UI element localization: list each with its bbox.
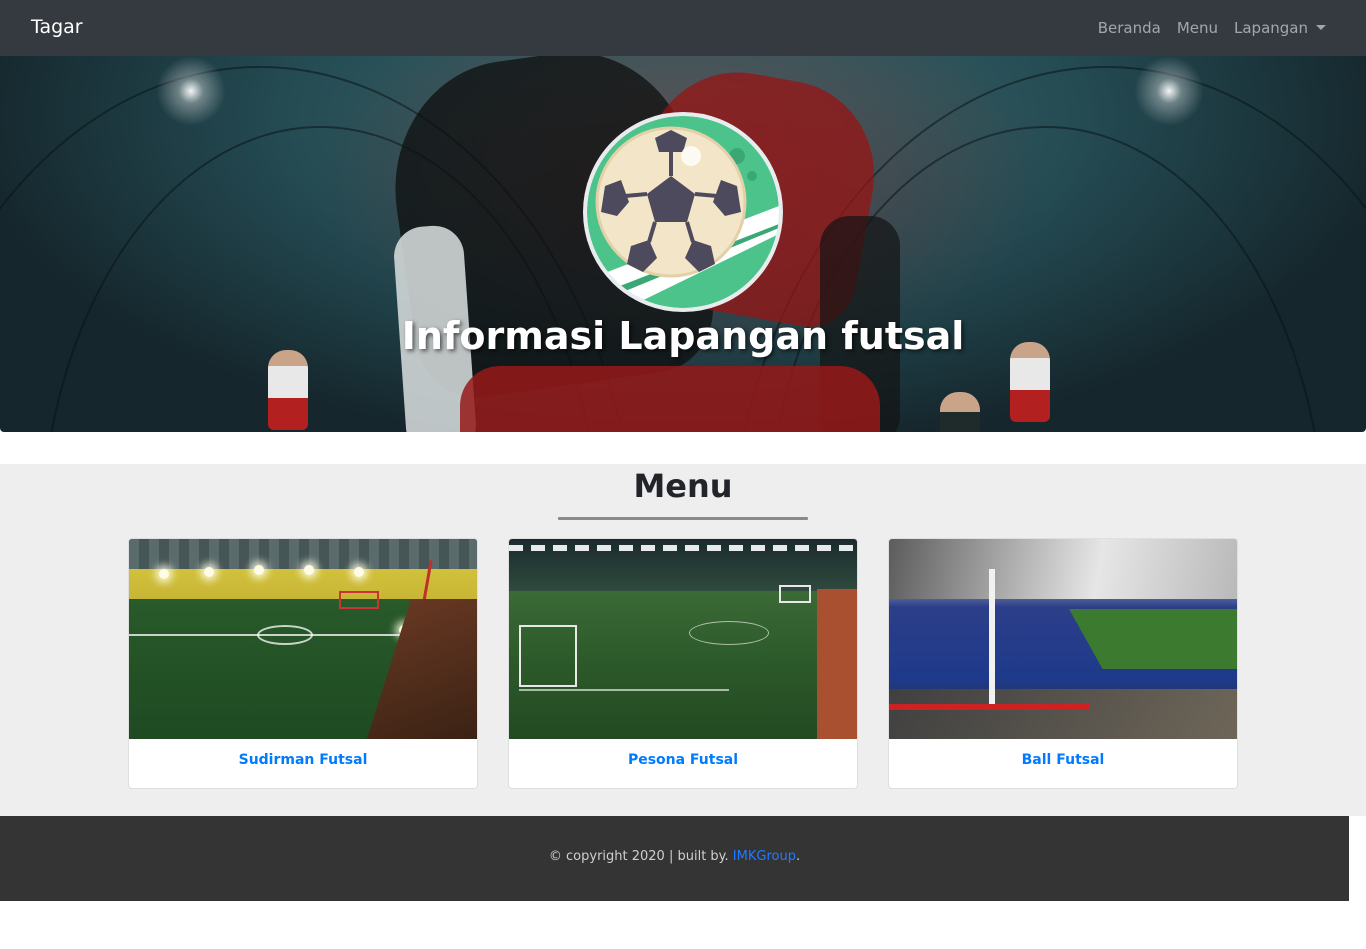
photo-goal-post [989, 569, 995, 709]
photo-edge [817, 589, 857, 739]
photo-goal [339, 591, 379, 609]
stadium-light [1134, 56, 1204, 126]
menu-section: Menu Sudirman Futsal Pesona Futsal Ball … [0, 464, 1366, 816]
soccer-ball-logo [583, 112, 783, 312]
photo-lamp [354, 567, 364, 577]
field-link-pesona[interactable]: Pesona Futsal [509, 752, 857, 768]
navbar: Tagar Beranda Menu Lapangan [0, 0, 1366, 56]
nav-link-menu[interactable]: Menu [1177, 19, 1218, 37]
navbar-brand[interactable]: Tagar [31, 16, 83, 38]
footer-suffix: . [795, 849, 801, 864]
field-photo-pesona [509, 539, 857, 739]
hero-bg-player [940, 392, 980, 432]
photo-lamp [204, 567, 214, 577]
photo-goal [779, 585, 811, 603]
photo-canopy [889, 539, 1237, 599]
hero-bg-player [268, 350, 308, 430]
stadium-light [156, 56, 226, 126]
field-card-ball[interactable]: Ball Futsal [888, 538, 1238, 789]
footer-copyright: © copyright 2020 | built by. IMKGroup. [0, 849, 1349, 864]
nav-dropdown-fields[interactable]: Lapangan [1234, 19, 1326, 37]
field-card-pesona[interactable]: Pesona Futsal [508, 538, 858, 789]
field-link-ball[interactable]: Ball Futsal [889, 752, 1237, 768]
hero-bg-shoe [460, 366, 880, 432]
photo-goal [519, 625, 577, 687]
photo-lights [509, 545, 857, 551]
photo-roof [129, 539, 477, 569]
photo-lamp [304, 565, 314, 575]
field-link-sudirman[interactable]: Sudirman Futsal [129, 752, 477, 768]
nav-dropdown-label: Lapangan [1234, 19, 1308, 37]
nav-link-home[interactable]: Beranda [1098, 19, 1161, 37]
menu-section-title: Menu [633, 467, 733, 505]
footer-copyright-text: © copyright 2020 | built by. [548, 849, 729, 864]
photo-lamp [159, 569, 169, 579]
field-photo-sudirman [129, 539, 477, 739]
soccer-ball-icon [587, 116, 779, 308]
photo-red-line [889, 704, 1089, 710]
field-card-sudirman[interactable]: Sudirman Futsal [128, 538, 478, 789]
menu-title-divider [558, 517, 808, 520]
hero-banner: Informasi Lapangan futsal [0, 56, 1366, 432]
footer-link-imkgroup[interactable]: IMKGroup [733, 849, 796, 864]
photo-field-line [519, 689, 729, 691]
photo-center-circle [689, 621, 769, 645]
photo-lamp [254, 565, 264, 575]
photo-turf [1069, 609, 1237, 669]
hero-title: Informasi Lapangan futsal [401, 314, 965, 358]
photo-floor [889, 689, 1237, 739]
footer: © copyright 2020 | built by. IMKGroup. [0, 816, 1349, 901]
field-photo-ball [889, 539, 1237, 739]
nav-links: Beranda Menu Lapangan [1098, 19, 1326, 37]
caret-down-icon [1316, 25, 1326, 30]
photo-stand [367, 599, 477, 739]
